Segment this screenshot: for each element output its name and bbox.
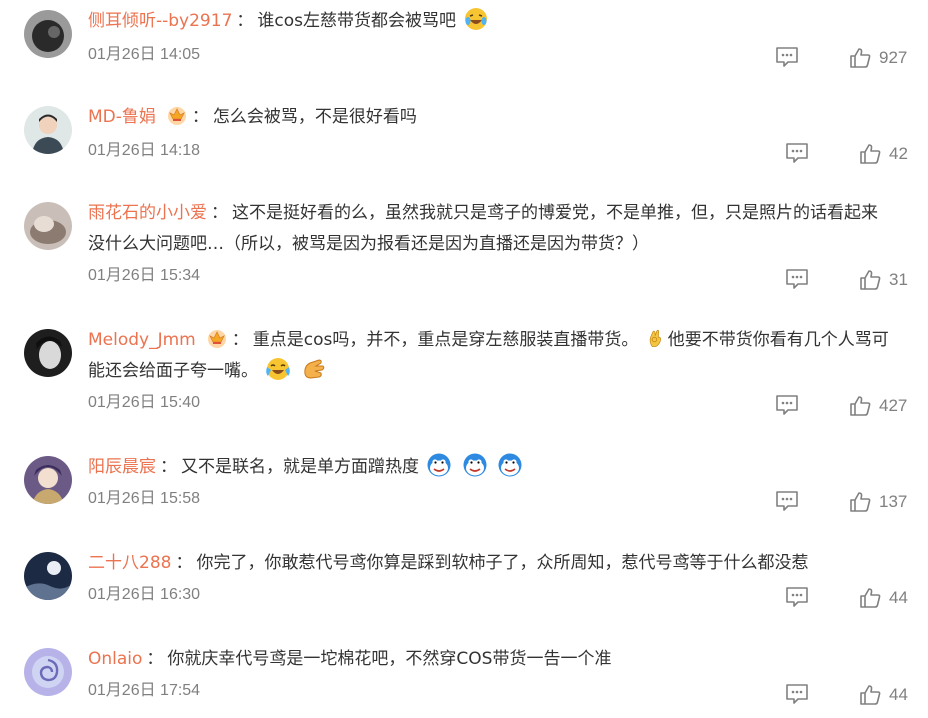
comment-time: 01月26日 15:34 [88, 267, 201, 284]
like-count: 137 [879, 492, 908, 511]
like-button[interactable]: 44 [859, 683, 908, 707]
comment-time: 01月26日 14:18 [88, 142, 201, 159]
comment-text: 怎么会被骂，不是很好看吗 [212, 107, 417, 127]
avatar-cat-photo-icon [24, 202, 72, 250]
comment-text: 谁cos左慈带货都会被骂吧 [257, 11, 456, 31]
reply-button[interactable] [785, 586, 809, 608]
reply-button[interactable] [775, 46, 799, 68]
like-count: 42 [889, 144, 908, 163]
comment-bubble-icon [776, 47, 798, 67]
doge-emoji-icon [463, 453, 487, 477]
username-link[interactable]: MD-鲁娟 [88, 107, 156, 127]
like-count: 31 [889, 270, 908, 289]
laughing-crying-emoji-icon [465, 8, 488, 30]
ok-hand-emoji-icon [649, 329, 661, 347]
comment-text-continued: 没什么大问题吧…（所以，被骂是因为报看还是因为直播还是因为带货？） [88, 234, 649, 254]
username-link[interactable]: Melody_Jmm [88, 330, 196, 350]
avatar[interactable] [24, 202, 72, 250]
username-link[interactable]: 阳辰晨宸 [88, 457, 156, 477]
colon-separator: ： [236, 11, 254, 31]
comment-text-continued: 能还会给面子夸一嘴。 [88, 361, 258, 381]
avatar[interactable] [24, 106, 72, 154]
username-link[interactable]: 雨花石的小小爱 [88, 203, 207, 223]
thumbs-up-icon [850, 492, 871, 512]
username-link[interactable]: 侧耳倾听--by2917 [88, 11, 232, 31]
like-button[interactable]: 44 [859, 586, 908, 610]
colon-separator: ： [146, 649, 164, 669]
avatar-anime-art-icon [24, 456, 72, 504]
comment-text: 这不是挺好看的么，虽然我就只是鸢子的博爱党，不是单推，但，只是照片的话看起来 [232, 203, 878, 223]
username-link[interactable]: 二十八288 [88, 553, 171, 573]
colon-separator: ： [191, 107, 209, 127]
avatar[interactable] [24, 552, 72, 600]
comment-bubble-icon [776, 395, 798, 415]
avatar-swirl-icon [24, 648, 72, 696]
comment-bubble-icon [786, 684, 808, 704]
avatar-night-sky-icon [24, 552, 72, 600]
like-count: 427 [879, 396, 908, 415]
avatar[interactable] [24, 456, 72, 504]
reply-button[interactable] [785, 142, 809, 164]
like-count: 44 [889, 588, 908, 607]
thumbs-up-icon [860, 588, 881, 608]
comment-text: 你就庆幸代号鸢是一坨棉花吧，不然穿COS带货一告一个准 [167, 649, 612, 669]
like-button[interactable]: 137 [849, 490, 907, 514]
comment-bubble-icon [786, 269, 808, 289]
like-button[interactable]: 42 [859, 142, 908, 166]
colon-separator: ： [211, 203, 228, 223]
comment-text: 又不是联名，就是单方面蹭热度 [181, 457, 419, 477]
reply-button[interactable] [785, 268, 809, 290]
vip-crown-icon[interactable] [166, 104, 188, 126]
thumbs-up-icon [850, 48, 871, 68]
colon-separator: ： [231, 330, 249, 350]
doge-emoji-icon [498, 453, 522, 477]
comment-text: 他要不带货你看有几个人骂可 [667, 330, 889, 350]
thumbs-up-icon [860, 144, 881, 164]
comment-text: 重点是cos吗，并不，重点是穿左慈服装直播带货。 [252, 330, 639, 350]
comment-time: 01月26日 16:30 [88, 586, 201, 603]
colon-separator: ： [175, 553, 193, 573]
comment-time: 01月26日 15:40 [88, 394, 201, 411]
vip-crown-icon[interactable] [206, 327, 228, 349]
thumbs-up-icon [860, 270, 881, 290]
colon-separator: ： [160, 457, 177, 477]
like-button[interactable]: 427 [849, 394, 907, 418]
comment-time: 01月26日 14:05 [88, 46, 201, 63]
avatar-bw-portrait-icon [24, 329, 72, 377]
reply-button[interactable] [775, 490, 799, 512]
doge-emoji-icon [427, 453, 451, 477]
like-count: 44 [889, 685, 908, 704]
comment-bubble-icon [786, 587, 808, 607]
laugh-tears-emoji-icon [266, 358, 291, 380]
comment-text: 你完了，你敢惹代号鸢你算是踩到软柿子了，众所周知，惹代号鸢等于什么都没惹 [196, 553, 809, 573]
username-link[interactable]: Onlaio [88, 649, 142, 669]
comment-time: 01月26日 15:58 [88, 490, 201, 507]
like-button[interactable]: 31 [859, 268, 908, 292]
reply-button[interactable] [775, 394, 799, 416]
avatar[interactable] [24, 648, 72, 696]
avatar[interactable] [24, 329, 72, 377]
like-button[interactable]: 927 [849, 46, 907, 70]
reply-button[interactable] [785, 683, 809, 705]
thumbs-up-icon [860, 685, 881, 705]
comment-time: 01月26日 17:54 [88, 682, 201, 699]
comment-bubble-icon [786, 143, 808, 163]
like-count: 927 [879, 48, 908, 67]
clap-hand-emoji-icon [304, 359, 325, 379]
avatar[interactable] [24, 10, 72, 58]
avatar-person-photo-icon [24, 106, 72, 154]
avatar-dark-photo-icon [24, 10, 72, 58]
thumbs-up-icon [850, 396, 871, 416]
comment-bubble-icon [776, 491, 798, 511]
